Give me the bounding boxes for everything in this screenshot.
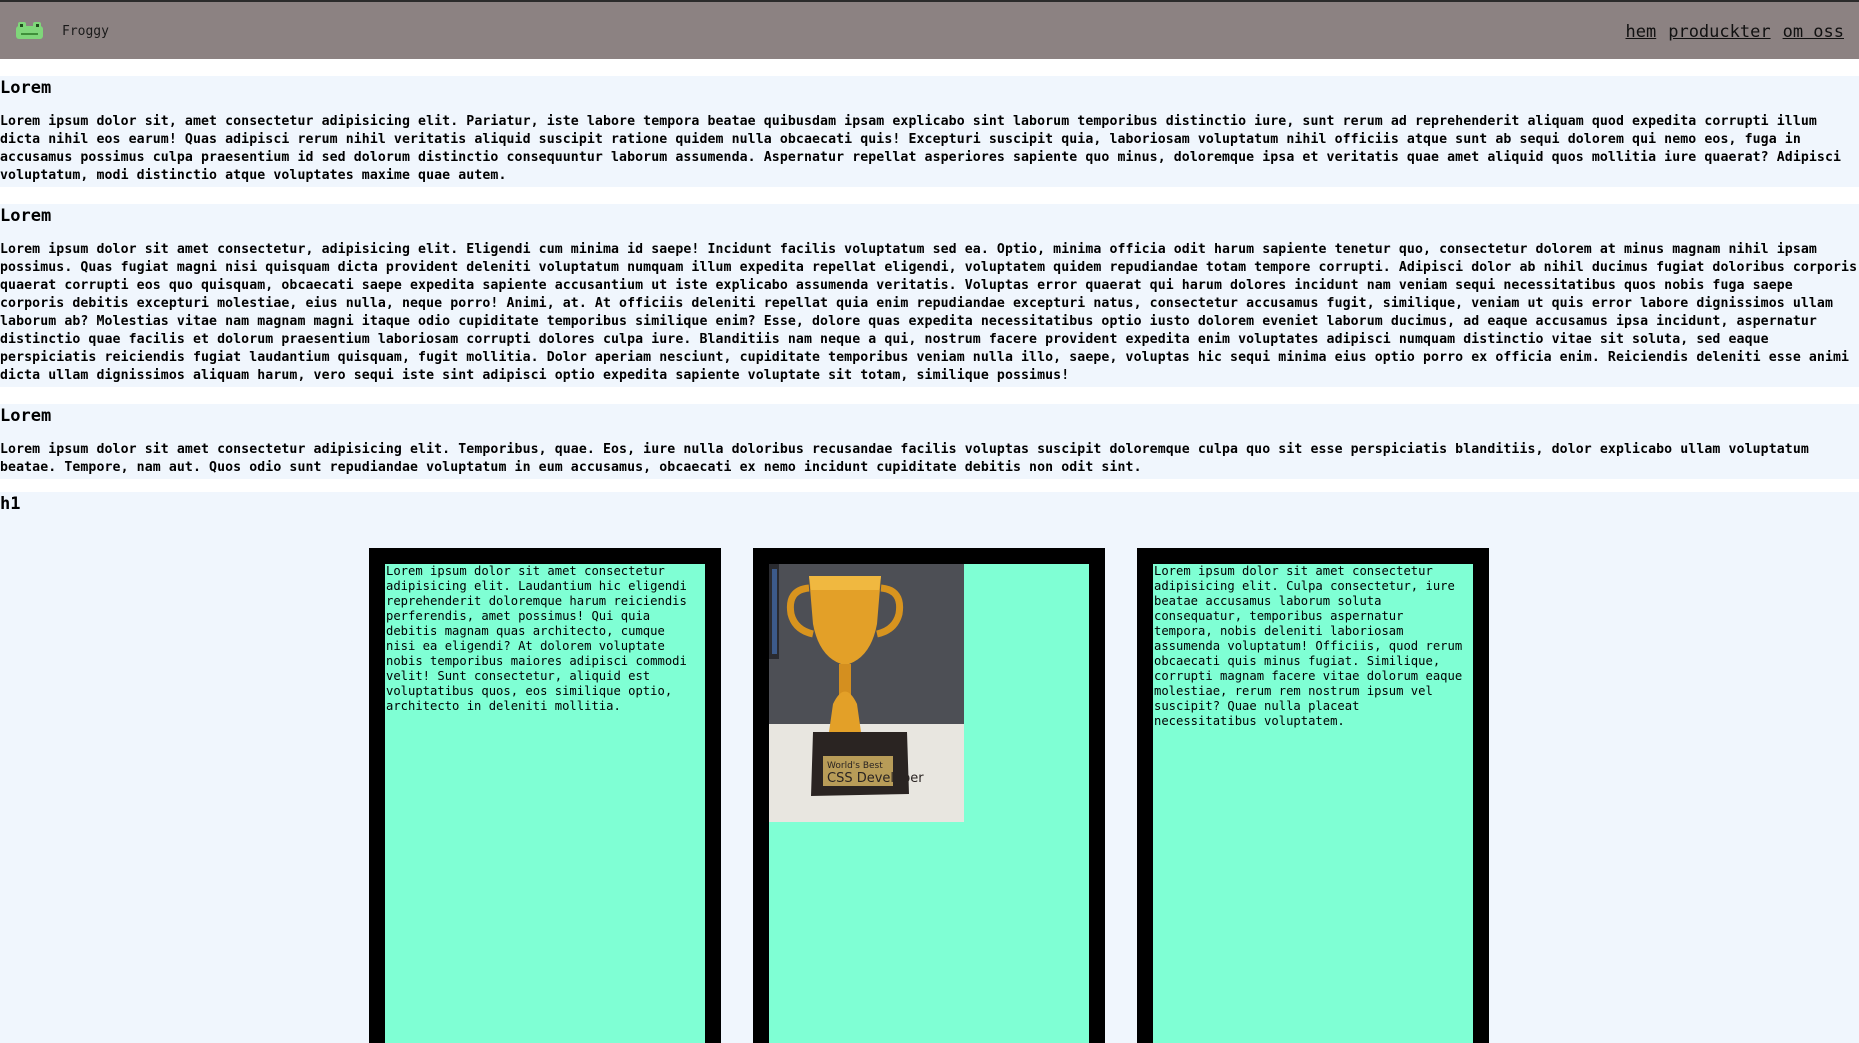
card-text: Lorem ipsum dolor sit amet consectetur a… [386, 564, 687, 713]
section-heading: Lorem [0, 206, 52, 226]
main-content: Lorem Lorem ipsum dolor sit, amet consec… [0, 76, 1859, 496]
card-text: Lorem ipsum dolor sit amet consectetur a… [1154, 564, 1463, 728]
card-text-2: Lorem ipsum dolor sit amet consectetur a… [1137, 548, 1489, 1043]
main-nav: hem produckter om oss [1626, 22, 1845, 42]
svg-text:CSS Developer: CSS Developer [827, 771, 924, 786]
card-body: World's Best CSS Developer [769, 564, 1089, 1043]
svg-text:World's Best: World's Best [827, 761, 883, 771]
section-paragraph: Lorem ipsum dolor sit amet consectetur a… [0, 442, 1809, 475]
trophy-image: World's Best CSS Developer [769, 564, 964, 822]
section-paragraph: Lorem ipsum dolor sit, amet consectetur … [0, 114, 1842, 183]
card-text-1: Lorem ipsum dolor sit amet consectetur a… [369, 548, 721, 1043]
nav-link-om-oss[interactable]: om oss [1783, 22, 1844, 42]
page-h1: h1 [0, 494, 21, 514]
card-body: Lorem ipsum dolor sit amet consectetur a… [385, 564, 705, 1043]
nav-link-hem[interactable]: hem [1626, 22, 1657, 42]
section-heading: Lorem [0, 78, 52, 98]
section-heading: Lorem [0, 406, 52, 426]
nav-link-produckter[interactable]: produckter [1668, 22, 1770, 42]
frog-icon[interactable] [15, 21, 44, 40]
section-paragraph: Lorem ipsum dolor sit amet consectetur, … [0, 242, 1858, 383]
content-section: Lorem Lorem ipsum dolor sit amet consect… [0, 404, 1859, 479]
brand-name: Froggy [62, 24, 109, 39]
content-section: Lorem Lorem ipsum dolor sit, amet consec… [0, 76, 1859, 187]
content-section: Lorem Lorem ipsum dolor sit amet consect… [0, 204, 1859, 387]
card-image: World's Best CSS Developer [753, 548, 1105, 1043]
card-body: Lorem ipsum dolor sit amet consectetur a… [1153, 564, 1473, 1043]
site-header: Froggy hem produckter om oss [0, 0, 1859, 59]
